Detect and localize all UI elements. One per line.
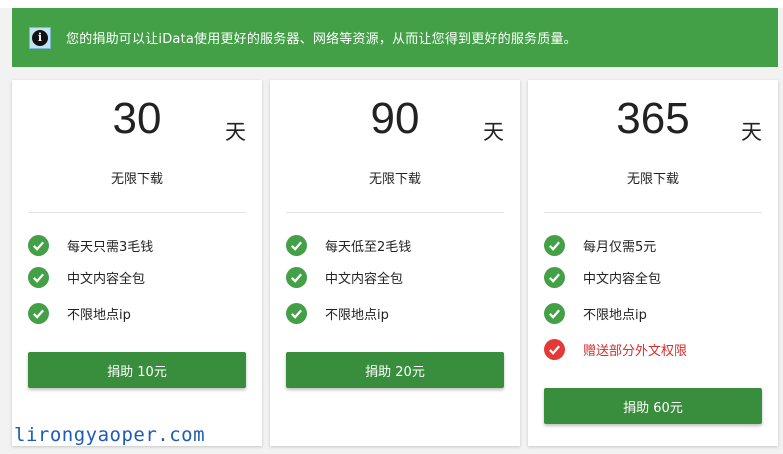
- feature-text: 每天只需3毛钱: [67, 240, 154, 255]
- donate-button[interactable]: 捐助 10元: [28, 352, 246, 388]
- feature-item: 不限地点ip: [286, 303, 389, 324]
- feature-text: 每天低至2毛钱: [325, 240, 412, 255]
- info-banner: i 您的捐助可以让iData使用更好的服务器、网络等资源，从而让您得到更好的服务…: [12, 8, 778, 67]
- feature-text: 每月仅需5元: [583, 240, 657, 255]
- feature-text: 中文内容全包: [325, 272, 404, 287]
- plan-card-30: 30 天 无限下载 每天只需3毛钱 中文内容全包 不限地点ip 捐助 10元: [12, 80, 262, 446]
- plan-subtitle: 无限下载: [626, 172, 679, 187]
- donate-button[interactable]: 捐助 60元: [544, 388, 762, 424]
- plan-subtitle: 无限下载: [368, 172, 421, 187]
- banner-text: 您的捐助可以让iData使用更好的服务器、网络等资源，从而让您得到更好的服务质量…: [66, 32, 577, 47]
- plan-unit: 天: [741, 120, 762, 144]
- plan-unit: 天: [483, 120, 504, 144]
- feature-item: 每月仅需5元: [544, 235, 656, 256]
- feature-item: 中文内容全包: [28, 267, 145, 288]
- divider: [286, 212, 504, 213]
- plan-card-90: 90 天 无限下载 每天低至2毛钱 中文内容全包 不限地点ip 捐助 20元: [270, 80, 520, 446]
- check-icon: [544, 267, 565, 288]
- watermark-text: lirongyaoper.com: [14, 424, 206, 446]
- feature-item: 每天只需3毛钱: [28, 235, 153, 256]
- feature-item-highlight: 赠送部分外文权限: [544, 339, 687, 360]
- feature-item: 不限地点ip: [544, 303, 647, 324]
- plan-subtitle: 无限下载: [110, 172, 163, 187]
- check-icon: [286, 303, 307, 324]
- feature-item: 中文内容全包: [544, 267, 661, 288]
- plan-unit: 天: [225, 120, 246, 144]
- feature-text: 中文内容全包: [67, 272, 146, 287]
- check-icon: [286, 235, 307, 256]
- divider: [544, 212, 762, 213]
- feature-text: 中文内容全包: [583, 272, 662, 287]
- top-strip: [0, 0, 783, 8]
- divider: [28, 212, 246, 213]
- feature-text: 赠送部分外文权限: [583, 344, 688, 359]
- check-icon: [544, 235, 565, 256]
- donate-button[interactable]: 捐助 20元: [286, 352, 504, 388]
- feature-text: 不限地点ip: [325, 308, 389, 323]
- feature-text: 不限地点ip: [67, 308, 131, 323]
- check-icon: [28, 235, 49, 256]
- check-icon: [544, 339, 565, 360]
- info-icon: i: [29, 26, 51, 49]
- check-icon: [544, 303, 565, 324]
- check-icon: [28, 303, 49, 324]
- feature-item: 中文内容全包: [286, 267, 403, 288]
- feature-text: 不限地点ip: [583, 308, 647, 323]
- check-icon: [28, 267, 49, 288]
- feature-item: 不限地点ip: [28, 303, 131, 324]
- check-icon: [286, 267, 307, 288]
- feature-item: 每天低至2毛钱: [286, 235, 411, 256]
- plan-card-365: 365 天 无限下载 每月仅需5元 中文内容全包 不限地点ip 赠送部分外文权限…: [528, 80, 778, 446]
